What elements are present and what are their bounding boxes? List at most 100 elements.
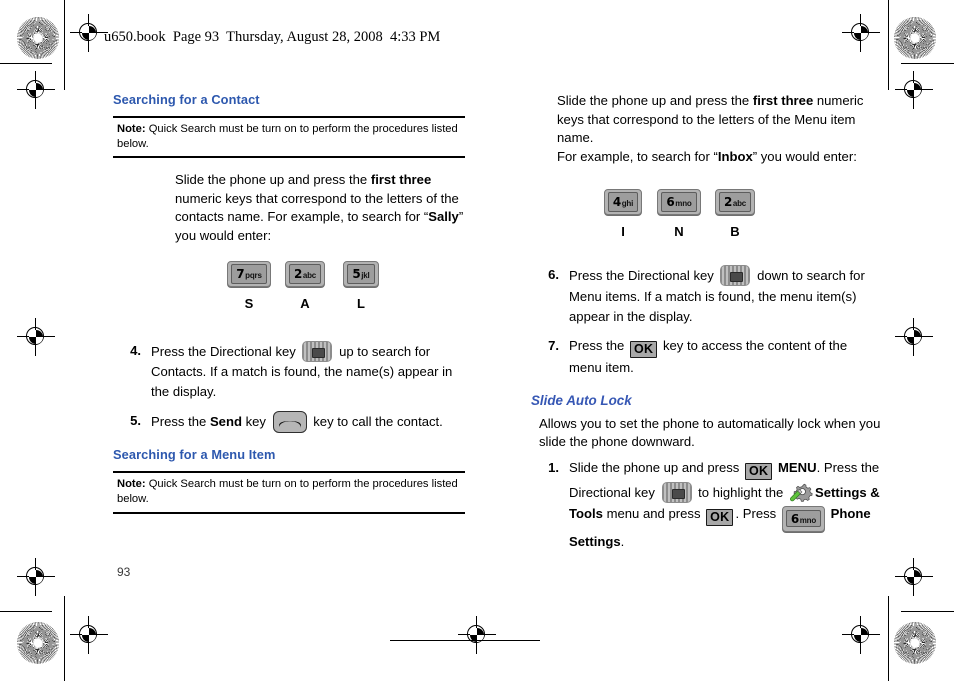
registration-crosshair-left-lower	[17, 558, 55, 596]
crop-line-left-top-horizontal	[0, 63, 52, 64]
step-7-body: Press the OK key to access the content o…	[569, 336, 883, 379]
s1-part5: . Press	[735, 506, 780, 522]
key-2-number: 2	[293, 266, 302, 281]
note2-text: Quick Search must be turn on to perform …	[117, 478, 458, 506]
note-box-contact: Note: Quick Search must be turn on to pe…	[113, 116, 465, 159]
crop-line-bottom-left-vertical	[64, 596, 65, 681]
keypad-key-7-icon[interactable]: 7pqrs	[227, 260, 271, 287]
key-label-n: N	[674, 224, 684, 240]
directional-key-icon[interactable]	[302, 340, 333, 362]
key-cell-a: 2abc A	[277, 260, 333, 311]
s1-part3: to highlight the	[694, 485, 787, 501]
step-5-body: Press the Send key key to call the conta…	[151, 411, 465, 434]
registration-crosshair-bottom-left	[70, 616, 108, 654]
key-5-number: 5	[352, 266, 361, 281]
step-1-number: 1.	[548, 459, 559, 475]
registration-crosshair-top-left	[70, 14, 108, 52]
crop-line-bottom-center-horizontal	[390, 640, 540, 641]
ok-key-icon[interactable]: OK	[745, 462, 773, 481]
page-header-text: u650.book Page 93 Thursday, August 28, 2…	[104, 29, 441, 45]
crop-line-right-top-horizontal	[901, 63, 954, 64]
keypad-key-6-icon[interactable]: 6mno	[781, 506, 826, 533]
registration-crosshair-right-middle	[895, 318, 933, 356]
step-6-body: Press the Directional key down to search…	[569, 265, 883, 327]
ok-key-icon[interactable]: OK	[706, 509, 734, 527]
send-key-icon[interactable]	[272, 411, 307, 434]
step-5-part2: key	[241, 414, 270, 430]
note-text: Quick Search must be turn on to perform …	[117, 123, 458, 151]
step-5: 5. Press the Send key key to call the co…	[113, 411, 465, 434]
key-4-letters: ghi	[621, 199, 634, 209]
key-2r-number: 2	[723, 195, 732, 210]
step-1-body: Slide the phone up and press OK MENU . Pr…	[569, 458, 883, 553]
intro-bold-sally: Sally	[428, 209, 459, 225]
key-cell-i: 4ghi I	[595, 188, 651, 239]
keypad-key-2-icon-right[interactable]: 2abc	[714, 189, 756, 216]
key-cell-b: 2abc B	[707, 188, 763, 239]
step-7: 7. Press the OK key to access the conten…	[531, 336, 883, 379]
key-6-number: 6	[666, 195, 675, 210]
s1-key6-number: 6	[790, 512, 799, 527]
step-4: 4. Press the Directional key up to searc…	[113, 340, 465, 403]
key-label-b: B	[730, 224, 740, 240]
menu-key-sequence: 4ghi I 6mno N 2abc B	[595, 188, 883, 239]
registration-crosshair-top-right	[842, 14, 880, 52]
step-4-body: Press the Directional key up to search f…	[151, 340, 465, 403]
crop-line-bottom-right-vertical	[888, 596, 889, 681]
key-cell-l: 5jkl L	[333, 260, 389, 311]
intro-part1: Slide the phone up and press the	[175, 172, 371, 188]
registration-crosshair-right-lower	[895, 558, 933, 596]
directional-key-icon[interactable]	[661, 482, 692, 504]
crop-line-top-right-vertical	[888, 0, 889, 90]
key-5-letters: jkl	[361, 270, 370, 280]
keypad-key-5-icon[interactable]: 5jkl	[343, 260, 379, 287]
key-label-l: L	[357, 295, 365, 311]
registration-crosshair-right-upper	[895, 71, 933, 109]
key-4-number: 4	[612, 195, 621, 210]
key-label-a: A	[300, 295, 310, 311]
s1-part6: .	[620, 534, 625, 550]
step-5-part3: key to call the contact.	[309, 414, 443, 430]
r-intro-line2-part1: For example, to search for “	[557, 148, 718, 164]
note-box-menu-item: Note: Quick Search must be turn on to pe…	[113, 471, 465, 514]
keypad-key-6-icon[interactable]: 6mno	[657, 189, 701, 216]
registration-crosshair-left-middle	[17, 318, 55, 356]
key-6-letters: mno	[675, 199, 692, 209]
registration-starburst-bottom-right	[894, 622, 936, 664]
step-7-part1: Press the	[569, 338, 628, 354]
heading-searching-for-a-contact: Searching for a Contact	[113, 92, 260, 107]
note-label: Note:	[117, 123, 146, 135]
s1-key6-letters: mno	[799, 516, 817, 526]
settings-tools-icon	[789, 480, 813, 504]
key-label-i: I	[621, 224, 625, 240]
r-intro-line2-part2: ” you would enter:	[752, 148, 857, 164]
step-5-bold-send: Send	[209, 414, 242, 430]
heading-searching-for-a-menu-item: Searching for a Menu Item	[113, 447, 276, 463]
directional-key-icon[interactable]	[720, 265, 751, 287]
s1-part4: menu and press	[602, 506, 705, 522]
key-7-letters: pqrs	[245, 270, 262, 280]
crop-line-top-left-vertical	[64, 0, 65, 90]
step-6: 6. Press the Directional key down to sea…	[531, 265, 883, 327]
step-5-number: 5.	[130, 413, 141, 429]
step-6-part1: Press the Directional key	[569, 268, 718, 284]
key-label-s: S	[244, 295, 254, 311]
r-intro-part1: Slide the phone up and press the	[557, 93, 753, 108]
key-7-number: 7	[236, 266, 245, 281]
menu-intro-example-line: For example, to search for “Inbox” you w…	[557, 148, 883, 167]
step-1-slide-auto-lock: 1. Slide the phone up and press OK MENU.…	[531, 458, 883, 553]
step-4-part1: Press the Directional key	[151, 343, 300, 359]
key-2-letters: abc	[302, 270, 317, 280]
keypad-key-2-icon[interactable]: 2abc	[284, 260, 326, 287]
ok-key-icon[interactable]: OK	[629, 341, 658, 359]
key-cell-s: 7pqrs S	[221, 260, 277, 311]
right-column: Slide the phone up and press the first t…	[531, 92, 883, 562]
r-intro-bold-first-three: first three	[752, 93, 814, 108]
step-7-number: 7.	[548, 338, 559, 354]
r-intro-bold-inbox: Inbox	[717, 148, 753, 164]
keypad-key-4-icon[interactable]: 4ghi	[603, 189, 643, 216]
contact-intro-paragraph: Slide the phone up and press the first t…	[175, 171, 465, 245]
menu-intro-paragraph: Slide the phone up and press the first t…	[557, 92, 883, 166]
intro-bold-first-three: first three	[370, 172, 432, 188]
note2-label: Note:	[117, 478, 146, 491]
